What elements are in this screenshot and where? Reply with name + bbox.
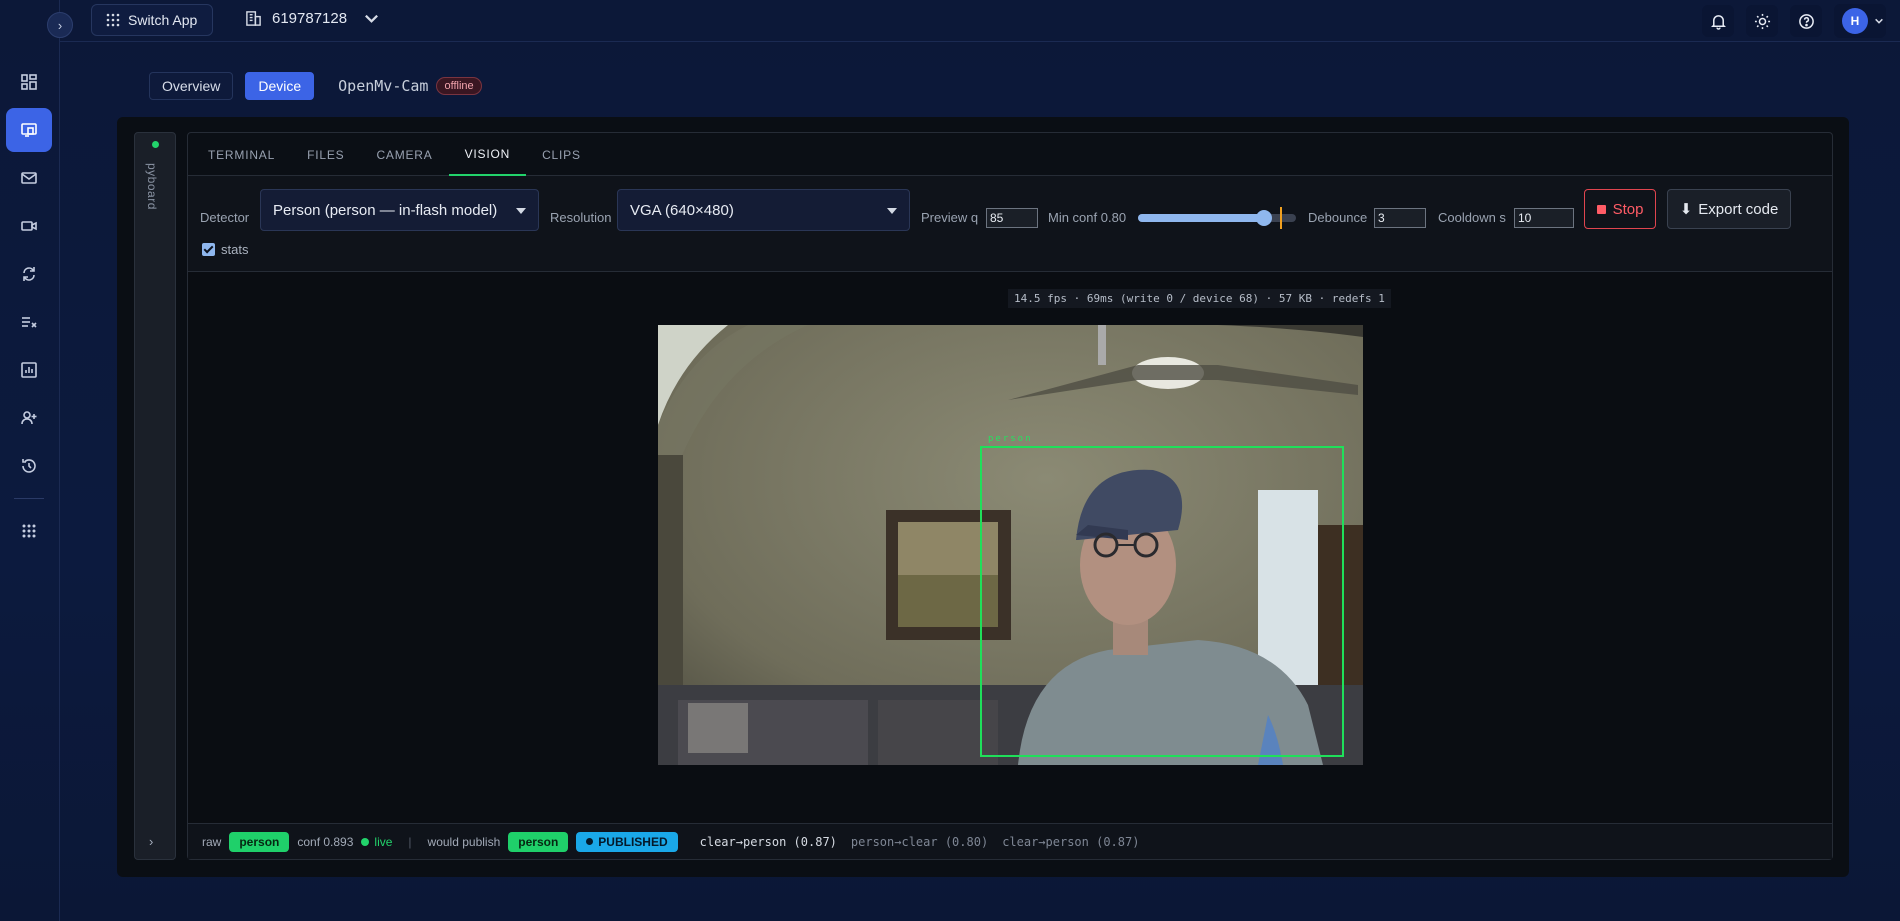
stop-icon — [1596, 204, 1606, 214]
export-code-button[interactable]: ⬇ Export code — [1667, 189, 1791, 229]
sync-icon[interactable] — [6, 252, 52, 296]
cooldown-input[interactable] — [1514, 208, 1574, 228]
chevron-right-icon: › — [57, 17, 63, 33]
slider-marker — [1280, 207, 1282, 229]
stats-checkbox[interactable] — [202, 243, 215, 256]
bell-icon — [1710, 14, 1726, 30]
help-button[interactable] — [1790, 5, 1822, 37]
org-selector[interactable]: 619787128 — [245, 10, 380, 27]
event-item: person→clear (0.80) — [850, 834, 989, 849]
detection-label: person — [988, 434, 1033, 444]
live-indicator: live — [361, 835, 392, 849]
dashboard-icon[interactable] — [6, 60, 52, 104]
would-publish-label: would publish — [427, 834, 501, 849]
grid-icon — [106, 13, 120, 27]
connection-dot — [152, 141, 159, 148]
devices-icon[interactable] — [6, 108, 52, 152]
sun-icon — [1754, 13, 1770, 29]
slider-handle[interactable] — [1256, 210, 1272, 226]
stop-button[interactable]: Stop — [1584, 189, 1656, 229]
chevron-down-icon — [365, 14, 379, 23]
detection-status-bar: raw person conf 0.893 live | would publi… — [188, 823, 1832, 859]
apps-icon[interactable] — [6, 509, 52, 553]
device-tab[interactable]: Device — [245, 72, 315, 100]
notifications-button[interactable] — [1702, 5, 1734, 37]
overview-tab[interactable]: Overview — [149, 72, 234, 100]
expand-rail-button[interactable]: › — [47, 12, 73, 38]
rail-divider — [14, 498, 44, 499]
chevron-down-icon — [1875, 18, 1883, 24]
raw-label: raw — [202, 834, 222, 849]
add-user-icon[interactable] — [6, 396, 52, 440]
chevron-right-icon: › — [149, 834, 154, 849]
separator: | — [408, 834, 412, 849]
switch-app-button[interactable]: Switch App — [91, 4, 213, 36]
status-badge: offline — [436, 77, 482, 95]
help-icon — [1798, 13, 1814, 29]
download-icon: ⬇ — [1679, 201, 1693, 218]
export-label: Export code — [1698, 200, 1779, 218]
published-label: PUBLISHED — [598, 834, 668, 849]
tab-files[interactable]: FILES — [291, 133, 360, 176]
vision-workspace: TERMINAL FILES CAMERA VISION CLIPS Detec… — [187, 132, 1833, 860]
mail-icon[interactable] — [6, 156, 52, 200]
event-item: clear→person (0.87) — [699, 834, 837, 849]
preview-q-input[interactable] — [986, 208, 1038, 228]
live-dot-icon — [361, 837, 370, 846]
published-badge: PUBLISHED — [576, 831, 678, 852]
raw-class-badge: person — [229, 831, 290, 852]
expand-strip-button[interactable]: › — [149, 834, 153, 849]
resolution-label: Resolution — [550, 210, 612, 225]
conf-text: conf 0.893 — [297, 834, 354, 849]
caret-down-icon — [887, 208, 897, 214]
breadcrumb: Overview Device OpenMv-Cam offline — [149, 72, 482, 100]
stats-overlay: 14.5 fps · 69ms (write 0 / device 68) · … — [1008, 289, 1391, 308]
debounce-label: Debounce — [1308, 210, 1368, 225]
building-icon — [246, 11, 261, 26]
device-panel: pyboard › TERMINAL FILES CAMERA VISION C… — [117, 117, 1849, 877]
board-strip: pyboard › — [134, 132, 176, 860]
min-conf-slider[interactable] — [1138, 207, 1296, 229]
camera-frame: person — [658, 325, 1363, 765]
debounce-input[interactable] — [1374, 208, 1426, 228]
tasks-icon[interactable] — [6, 300, 52, 344]
tab-vision[interactable]: VISION — [448, 133, 527, 176]
event-item: clear→person (0.87) — [1002, 834, 1140, 849]
min-conf-label: Min conf 0.80 — [1048, 210, 1127, 225]
tab-bar: TERMINAL FILES CAMERA VISION CLIPS — [188, 133, 1832, 176]
resolution-select[interactable]: VGA (640×480) — [617, 189, 910, 231]
detection-box — [980, 446, 1344, 757]
avatar: H — [1842, 8, 1868, 34]
detector-select[interactable]: Person (person — in-flash model) — [260, 189, 539, 231]
detector-value: Person (person — in-flash model) — [273, 201, 498, 219]
user-menu[interactable]: H — [1834, 4, 1886, 38]
org-id: 619787128 — [272, 10, 348, 27]
tab-camera[interactable]: CAMERA — [360, 133, 448, 176]
board-label: pyboard — [145, 163, 159, 210]
switch-app-label: Switch App — [128, 12, 198, 28]
live-label: live — [374, 834, 393, 849]
publish-class-badge: person — [508, 831, 569, 852]
tab-terminal[interactable]: TERMINAL — [192, 133, 291, 176]
stats-label: stats — [221, 242, 249, 257]
theme-toggle-button[interactable] — [1746, 5, 1778, 37]
stats-toggle[interactable]: stats — [202, 242, 248, 257]
resolution-value: VGA (640×480) — [630, 201, 734, 219]
cooldown-label: Cooldown s — [1438, 210, 1506, 225]
stop-label: Stop — [1612, 200, 1644, 218]
left-rail — [0, 0, 60, 921]
camera-stage: 14.5 fps · 69ms (write 0 / device 68) · … — [188, 272, 1832, 825]
published-dot-icon — [586, 838, 594, 845]
detector-label: Detector — [200, 210, 250, 225]
history-icon[interactable] — [6, 444, 52, 488]
slider-fill — [1138, 214, 1264, 222]
top-bar: Switch App 619787128 H — [60, 0, 1900, 42]
vision-controls: Detector Person (person — in-flash model… — [188, 176, 1832, 272]
analytics-icon[interactable] — [6, 348, 52, 392]
tab-clips[interactable]: CLIPS — [526, 133, 597, 176]
video-icon[interactable] — [6, 204, 52, 248]
preview-q-label: Preview q — [921, 210, 979, 225]
device-name: OpenMv-Cam — [338, 77, 429, 95]
caret-down-icon — [516, 208, 526, 214]
